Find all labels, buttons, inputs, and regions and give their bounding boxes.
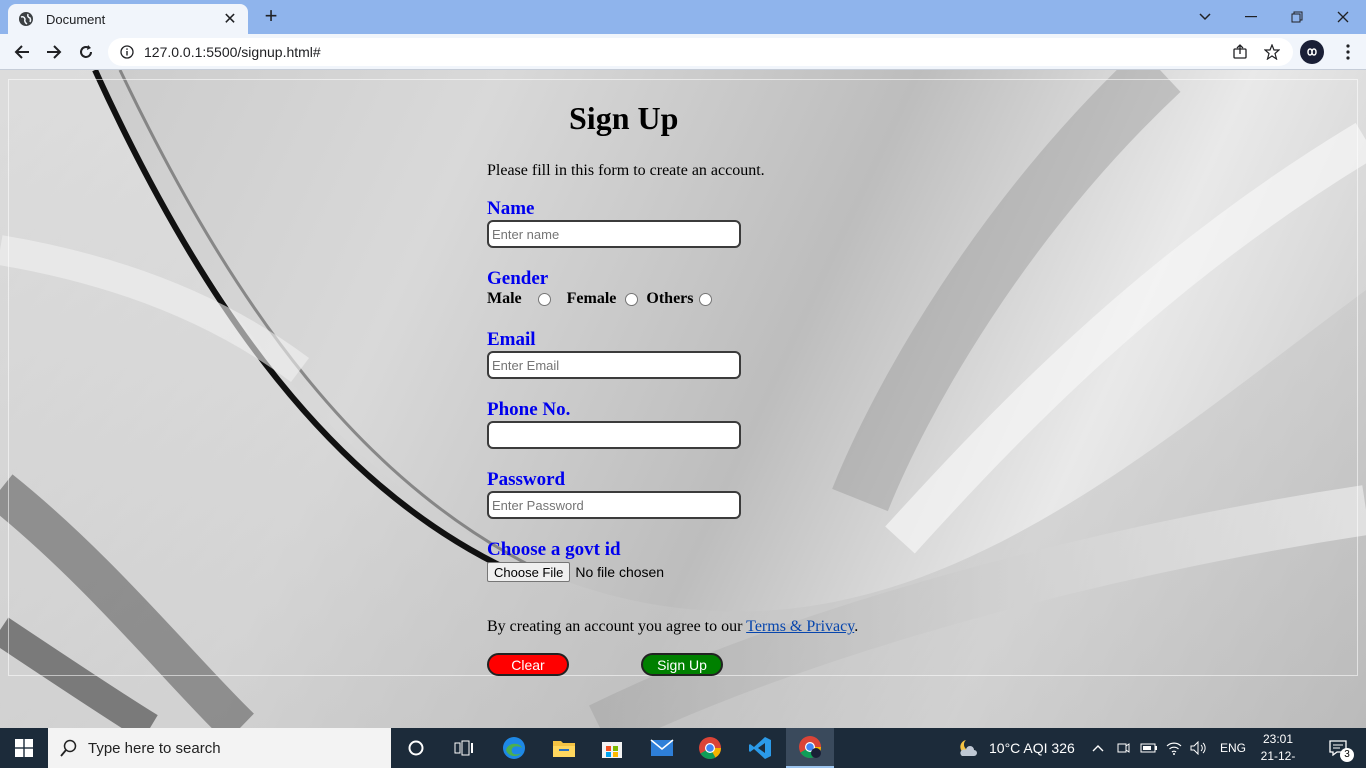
form-intro: Please fill in this form to create an ac… <box>487 162 765 179</box>
tab-title: Document <box>46 11 106 27</box>
moon-cloud-icon <box>960 740 977 756</box>
phone-label: Phone No. <box>487 399 571 420</box>
restore-button[interactable] <box>1274 0 1320 34</box>
clear-button[interactable]: Clear <box>487 653 569 676</box>
task-view-icon[interactable] <box>440 728 488 768</box>
gender-male-label: Male <box>487 290 522 307</box>
gender-label: Gender <box>487 268 549 289</box>
chrome-active-icon[interactable] <box>786 728 834 768</box>
govt-id-file-input: Choose File No file chosen <box>487 562 664 582</box>
profile-avatar[interactable] <box>1300 40 1324 64</box>
menu-kebab-icon[interactable] <box>1336 40 1360 64</box>
name-label: Name <box>487 198 535 219</box>
tab-close-icon[interactable]: ✕ <box>222 9 238 29</box>
email-input[interactable] <box>487 351 741 379</box>
info-icon[interactable] <box>120 45 134 59</box>
cortana-icon[interactable] <box>392 728 440 768</box>
weather-text: 10°C AQI 326 <box>989 740 1075 756</box>
clock[interactable]: 23:01 21-12-2021 <box>1250 731 1306 768</box>
file-status-text: No file chosen <box>575 564 665 580</box>
search-placeholder: Type here to search <box>88 739 221 757</box>
browser-titlebar: Document ✕ + <box>0 0 1366 34</box>
page-viewport: Sign Up Please fill in this form to crea… <box>0 70 1366 728</box>
minimize-button[interactable] <box>1228 0 1274 34</box>
gender-female-radio[interactable] <box>625 292 639 306</box>
window-close-button[interactable] <box>1320 0 1366 34</box>
microsoft-store-icon[interactable] <box>588 728 636 768</box>
reload-icon[interactable] <box>72 38 100 66</box>
mail-icon[interactable] <box>638 728 686 768</box>
share-icon[interactable] <box>1226 38 1254 66</box>
password-label: Password <box>487 469 566 490</box>
clock-date: 21-12-2021 <box>1260 749 1296 768</box>
gender-male-radio[interactable] <box>537 292 551 306</box>
browser-toolbar: 127.0.0.1:5500/signup.html# <box>0 34 1366 70</box>
back-arrow-icon[interactable] <box>8 38 36 66</box>
url-text: 127.0.0.1:5500/signup.html# <box>144 44 321 60</box>
notification-center[interactable]: 3 <box>1318 728 1358 768</box>
page-title: Sign Up <box>569 100 679 136</box>
password-input[interactable] <box>487 491 741 519</box>
terms-text: By creating an account you agree to our … <box>487 618 858 636</box>
terms-prefix: By creating an account you agree to our <box>487 618 747 635</box>
new-tab-button[interactable]: + <box>258 4 284 30</box>
gender-options: Male Female Others <box>487 290 712 308</box>
taskbar-search[interactable]: Type here to search <box>48 728 391 768</box>
terms-privacy-link[interactable]: Terms & Privacy <box>746 618 854 635</box>
gender-others-radio[interactable] <box>698 292 712 306</box>
govt-id-label: Choose a govt id <box>487 539 621 560</box>
language-indicator[interactable]: ENG <box>1220 741 1246 755</box>
windows-start-icon[interactable] <box>0 728 48 768</box>
terms-suffix: . <box>854 618 859 635</box>
gender-others-label: Others <box>646 290 694 307</box>
weather-widget[interactable]: 10°C AQI 326 <box>956 728 1075 768</box>
clock-time: 23:01 <box>1262 732 1294 746</box>
name-input[interactable] <box>487 220 741 248</box>
battery-icon[interactable] <box>1140 742 1158 754</box>
bookmark-star-icon[interactable] <box>1258 38 1286 66</box>
system-tray: ENG <box>1092 728 1246 768</box>
wifi-icon[interactable] <box>1166 741 1182 755</box>
gender-female-label: Female <box>566 290 617 307</box>
choose-file-button[interactable]: Choose File <box>487 562 571 582</box>
tab-search-icon[interactable] <box>1182 0 1228 34</box>
notification-badge: 3 <box>1340 748 1354 762</box>
file-explorer-icon[interactable] <box>540 728 588 768</box>
vscode-icon[interactable] <box>736 728 784 768</box>
email-label: Email <box>487 329 536 350</box>
chrome-icon[interactable] <box>686 728 734 768</box>
forward-arrow-icon[interactable] <box>40 38 68 66</box>
show-hidden-icons-icon[interactable] <box>1092 744 1104 752</box>
signup-button[interactable]: Sign Up <box>641 653 723 676</box>
taskbar: Type here to search 10°C AQI 326 ENG 23:… <box>0 728 1366 768</box>
address-bar[interactable]: 127.0.0.1:5500/signup.html# <box>108 38 1293 66</box>
edge-icon[interactable] <box>490 728 538 768</box>
browser-tab[interactable]: Document ✕ <box>8 4 248 34</box>
globe-icon <box>19 12 33 26</box>
phone-input[interactable] <box>487 421 741 449</box>
meet-now-icon[interactable] <box>1116 740 1130 756</box>
search-icon <box>60 739 77 757</box>
volume-icon[interactable] <box>1190 741 1208 755</box>
